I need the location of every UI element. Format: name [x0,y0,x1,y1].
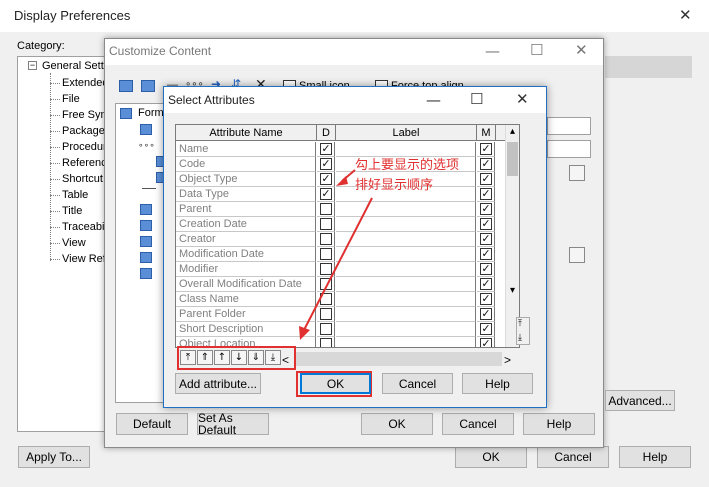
arrowhead-checkbox [336,176,348,186]
arrowhead-move-buttons [299,326,310,340]
annotation-arrows [299,169,373,340]
arrow-to-move-buttons [303,197,373,331]
